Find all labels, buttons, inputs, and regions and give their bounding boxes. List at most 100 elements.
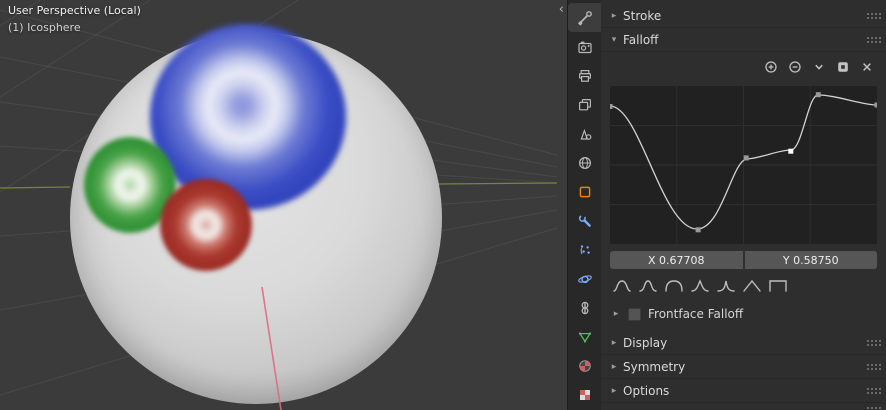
clipping-toggle-button[interactable]	[835, 59, 851, 75]
properties-tab-strip	[567, 0, 601, 410]
tab-object-data[interactable]	[568, 322, 601, 351]
tool-icon	[577, 10, 593, 26]
zoom-out-button[interactable]	[787, 59, 803, 75]
disclosure-triangle-icon: ▸	[608, 338, 620, 348]
disclosure-triangle-icon: ▸	[608, 386, 620, 396]
linear-curve-icon	[742, 279, 762, 293]
disclosure-triangle-icon: ▸	[610, 309, 622, 319]
view-mode-label: User Perspective (Local)	[8, 4, 141, 17]
curve-point	[696, 227, 701, 232]
sphere-curve-icon	[664, 279, 684, 293]
panel-header-partial[interactable]	[601, 403, 886, 410]
tab-particles[interactable]	[568, 235, 601, 264]
tab-object[interactable]	[568, 177, 601, 206]
curve-toolbar	[610, 56, 875, 78]
preset-smoother-button[interactable]	[636, 277, 659, 294]
falloff-preset-row	[610, 277, 877, 294]
panel-header-symmetry[interactable]: ▸ Symmetry	[601, 355, 886, 379]
curve-point	[744, 155, 749, 160]
active-object-label: (1) Icosphere	[8, 21, 81, 34]
scene-cone-sphere-icon	[577, 126, 593, 142]
panel-header-stroke[interactable]: ▸ Stroke	[601, 4, 886, 28]
zoom-in-icon	[764, 60, 778, 74]
panel-header-display[interactable]: ▸ Display	[601, 331, 886, 355]
point-y-field[interactable]: Y 0.58750	[745, 251, 878, 269]
preset-linear-button[interactable]	[740, 277, 763, 294]
3d-viewport[interactable]: User Perspective (Local) (1) Icosphere ‹	[0, 0, 567, 410]
panel-grip-handle[interactable]	[866, 339, 881, 347]
frontface-falloff-label: Frontface Falloff	[648, 307, 743, 321]
paint-blob-blue	[150, 24, 346, 210]
chevron-down-icon	[812, 60, 826, 74]
panel-grip-handle[interactable]	[866, 36, 881, 44]
tab-tool[interactable]	[568, 3, 601, 32]
printer-icon	[577, 68, 593, 84]
tab-render[interactable]	[568, 32, 601, 61]
curve-point-selected	[788, 149, 793, 154]
panel-label-stroke: Stroke	[623, 9, 661, 23]
preset-smooth-button[interactable]	[610, 277, 633, 294]
panel-grip-handle[interactable]	[866, 406, 881, 410]
disclosure-triangle-icon: ▸	[608, 362, 620, 372]
tab-world[interactable]	[568, 148, 601, 177]
smoother-curve-icon	[638, 279, 658, 293]
disclosure-triangle-icon: ▸	[608, 11, 620, 21]
object-square-icon	[577, 184, 593, 200]
frontface-falloff-checkbox[interactable]	[628, 308, 641, 321]
tab-output[interactable]	[568, 61, 601, 90]
constraint-clamp-icon	[577, 300, 593, 316]
stacked-images-icon	[577, 97, 593, 113]
tab-scene[interactable]	[568, 119, 601, 148]
preset-root-button[interactable]	[688, 277, 711, 294]
mesh-data-triangle-icon	[577, 329, 593, 345]
curve-point	[875, 103, 878, 108]
root-curve-icon	[690, 279, 710, 293]
tab-constraints[interactable]	[568, 293, 601, 322]
preset-sphere-button[interactable]	[662, 277, 685, 294]
panel-label-options: Options	[623, 384, 669, 398]
tools-dropdown-button[interactable]	[811, 59, 827, 75]
curve-point-fields: X 0.67708 Y 0.58750	[610, 251, 877, 269]
paint-blob-red	[160, 179, 252, 271]
globe-icon	[577, 155, 593, 171]
falloff-panel-body: X 0.67708 Y 0.58750	[601, 52, 886, 331]
zoom-in-button[interactable]	[763, 59, 779, 75]
panel-label-display: Display	[623, 336, 667, 350]
texture-checker-icon	[577, 387, 593, 403]
frontface-falloff-row: ▸ Frontface Falloff	[610, 307, 877, 321]
particles-icon	[577, 242, 593, 258]
panel-grip-handle[interactable]	[866, 363, 881, 371]
tab-texture[interactable]	[568, 380, 601, 409]
tab-physics[interactable]	[568, 264, 601, 293]
wrench-icon	[577, 213, 593, 229]
panel-header-falloff[interactable]: ▾ Falloff	[601, 28, 886, 52]
preset-constant-button[interactable]	[766, 277, 789, 294]
smooth-curve-icon	[612, 279, 632, 293]
panel-label-falloff: Falloff	[623, 33, 658, 47]
tab-modifiers[interactable]	[568, 206, 601, 235]
panel-grip-handle[interactable]	[866, 387, 881, 395]
delete-point-button[interactable]	[859, 59, 875, 75]
render-camera-icon	[577, 39, 593, 55]
zoom-out-icon	[788, 60, 802, 74]
tool-settings-panel: ▸ Stroke ▾ Falloff	[601, 0, 886, 410]
clipping-square-icon	[836, 60, 850, 74]
close-icon	[860, 60, 874, 74]
blender-window: User Perspective (Local) (1) Icosphere ‹	[0, 0, 886, 410]
preset-sharp-button[interactable]	[714, 277, 737, 294]
panel-grip-handle[interactable]	[866, 12, 881, 20]
physics-orbit-icon	[577, 271, 593, 287]
tab-material[interactable]	[568, 351, 601, 380]
point-x-field[interactable]: X 0.67708	[610, 251, 743, 269]
constant-curve-icon	[768, 279, 788, 293]
panel-header-options[interactable]: ▸ Options	[601, 379, 886, 403]
curve-point	[610, 104, 613, 109]
panel-label-symmetry: Symmetry	[623, 360, 685, 374]
material-sphere-icon	[577, 358, 593, 374]
sharp-curve-icon	[716, 279, 736, 293]
falloff-curve-widget[interactable]	[610, 86, 877, 244]
disclosure-triangle-icon: ▾	[608, 35, 620, 45]
tab-view-layer[interactable]	[568, 90, 601, 119]
curve-point	[816, 92, 821, 97]
sidebar-collapse-icon[interactable]: ‹	[559, 3, 564, 17]
